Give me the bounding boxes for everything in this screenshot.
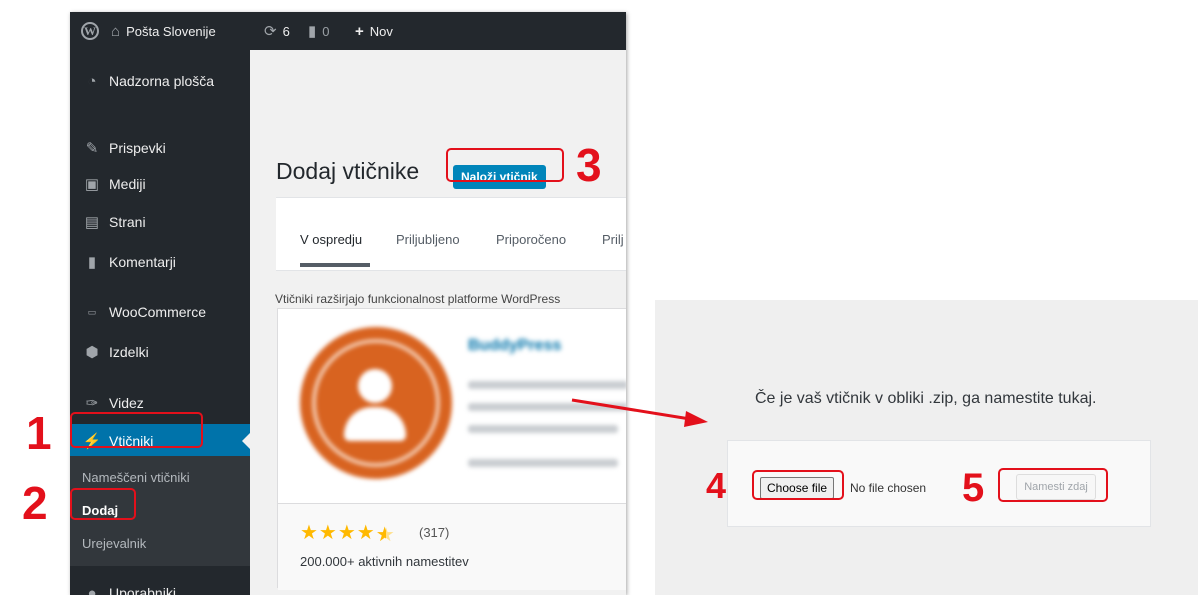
media-icon: ▣ bbox=[84, 176, 100, 193]
highlight-plugins-menu bbox=[70, 412, 203, 448]
main-content: Dodaj vtičnike Naloži vtičnik V ospredju… bbox=[250, 50, 626, 595]
admin-bar: W ⌂ Pošta Slovenije ⟳ 6 ▮ 0 + Nov bbox=[70, 12, 626, 50]
blurred-description-line bbox=[468, 381, 626, 389]
rating-count[interactable]: (317) bbox=[419, 525, 449, 540]
new-content-link[interactable]: + Nov bbox=[355, 12, 393, 50]
active-tab-indicator bbox=[300, 263, 370, 267]
no-file-chosen-text: No file chosen bbox=[850, 481, 927, 495]
tab-favorites[interactable]: Prilj bbox=[602, 232, 624, 247]
sidebar-item-label: Uporabniki bbox=[109, 585, 176, 595]
blurred-author-line bbox=[468, 459, 618, 467]
sidebar-item-products[interactable]: ⬢ Izdelki bbox=[70, 335, 250, 369]
sidebar-item-label: Nadzorna plošča bbox=[109, 73, 215, 89]
woo-icon: ▭ bbox=[87, 306, 97, 317]
sidebar-item-label: Videz bbox=[109, 395, 144, 411]
dashboard-icon: ◔ bbox=[87, 72, 97, 90]
plugin-tabs: V ospredju Priljubljeno Priporočeno Pril… bbox=[276, 197, 626, 271]
sidebar-item-pages[interactable]: ▤ Strani bbox=[70, 205, 250, 239]
rating-stars-icon: ★★★★★★ bbox=[300, 522, 396, 546]
step-number-2: 2 bbox=[22, 477, 48, 529]
highlight-install-now bbox=[998, 468, 1108, 502]
tab-popular[interactable]: Priljubljeno bbox=[396, 232, 460, 247]
comment-bubble-icon: ▮ bbox=[308, 23, 317, 40]
buddypress-logo-icon bbox=[300, 327, 452, 479]
blurred-description-line bbox=[468, 403, 626, 411]
site-name: Pošta Slovenije bbox=[126, 23, 216, 39]
sidebar-item-label: Strani bbox=[109, 214, 146, 230]
plugin-name[interactable]: BuddyPress bbox=[468, 337, 561, 355]
plugin-card: BuddyPress ★★★★★★ (317) 200.000+ aktivni… bbox=[277, 308, 626, 590]
sidebar-item-woocommerce[interactable]: ▭ WooCommerce bbox=[70, 295, 250, 329]
wp-logo-menu[interactable]: W bbox=[81, 12, 99, 50]
sidebar-item-label: Izdelki bbox=[109, 344, 149, 360]
sidebar-item-label: WooCommerce bbox=[109, 304, 206, 320]
comments-link[interactable]: ▮ 0 bbox=[308, 12, 330, 50]
wordpress-logo-icon: W bbox=[81, 22, 99, 40]
highlight-choose-file bbox=[752, 470, 844, 500]
plus-icon: + bbox=[355, 22, 364, 40]
pin-icon: ✎ bbox=[85, 140, 99, 157]
user-icon: ● bbox=[87, 584, 97, 595]
page-icon: ▤ bbox=[84, 214, 100, 231]
sidebar-item-label: Komentarji bbox=[109, 254, 176, 270]
home-icon: ⌂ bbox=[111, 22, 121, 40]
submenu-installed-plugins[interactable]: Nameščeni vtičniki bbox=[82, 470, 190, 485]
comment-icon: ▮ bbox=[87, 254, 97, 271]
updates-link[interactable]: ⟳ 6 bbox=[264, 12, 290, 50]
tab-recommended[interactable]: Priporočeno bbox=[496, 232, 566, 247]
active-caret bbox=[242, 433, 250, 449]
sidebar-item-label: Mediji bbox=[109, 176, 146, 192]
highlight-add-submenu bbox=[70, 488, 136, 520]
step-number-5: 5 bbox=[962, 466, 985, 510]
sidebar-item-posts[interactable]: ✎ Prispevki bbox=[70, 131, 250, 165]
submenu-editor[interactable]: Urejevalnik bbox=[82, 536, 146, 551]
comments-count: 0 bbox=[322, 23, 330, 39]
plugin-card-footer: ★★★★★★ (317) 200.000+ aktivnih namestite… bbox=[278, 503, 626, 590]
box-icon: ⬢ bbox=[85, 344, 99, 361]
brush-icon: ✑ bbox=[85, 395, 99, 412]
new-label: Nov bbox=[369, 23, 393, 39]
step-number-1: 1 bbox=[26, 407, 52, 459]
step-number-4: 4 bbox=[706, 465, 727, 506]
page-title: Dodaj vtičnike bbox=[276, 158, 420, 184]
sidebar-item-comments[interactable]: ▮ Komentarji bbox=[70, 245, 250, 279]
highlight-upload-button bbox=[446, 148, 564, 182]
wp-admin-screenshot: W ⌂ Pošta Slovenije ⟳ 6 ▮ 0 + Nov ◔ Nadz… bbox=[70, 12, 626, 595]
sidebar-item-media[interactable]: ▣ Mediji bbox=[70, 167, 250, 201]
sidebar-item-dashboard[interactable]: ◔ Nadzorna plošča bbox=[70, 64, 250, 98]
sidebar-item-label: Prispevki bbox=[109, 140, 166, 156]
site-name-link[interactable]: ⌂ Pošta Slovenije bbox=[111, 12, 216, 50]
sidebar-item-users[interactable]: ● Uporabniki bbox=[70, 576, 250, 595]
active-installs: 200.000+ aktivnih namestitev bbox=[300, 554, 469, 569]
blurred-description-line bbox=[468, 425, 618, 433]
step-number-3: 3 bbox=[576, 139, 602, 191]
intro-text: Vtičniki razširjajo funkcionalnost platf… bbox=[275, 292, 561, 306]
refresh-icon: ⟳ bbox=[264, 23, 277, 40]
tab-featured[interactable]: V ospredju bbox=[300, 232, 362, 247]
upload-hint-text: Če je vaš vtičnik v obliki .zip, ga name… bbox=[755, 390, 1097, 407]
updates-count: 6 bbox=[282, 23, 290, 39]
upload-plugin-panel: Če je vaš vtičnik v obliki .zip, ga name… bbox=[655, 300, 1198, 595]
